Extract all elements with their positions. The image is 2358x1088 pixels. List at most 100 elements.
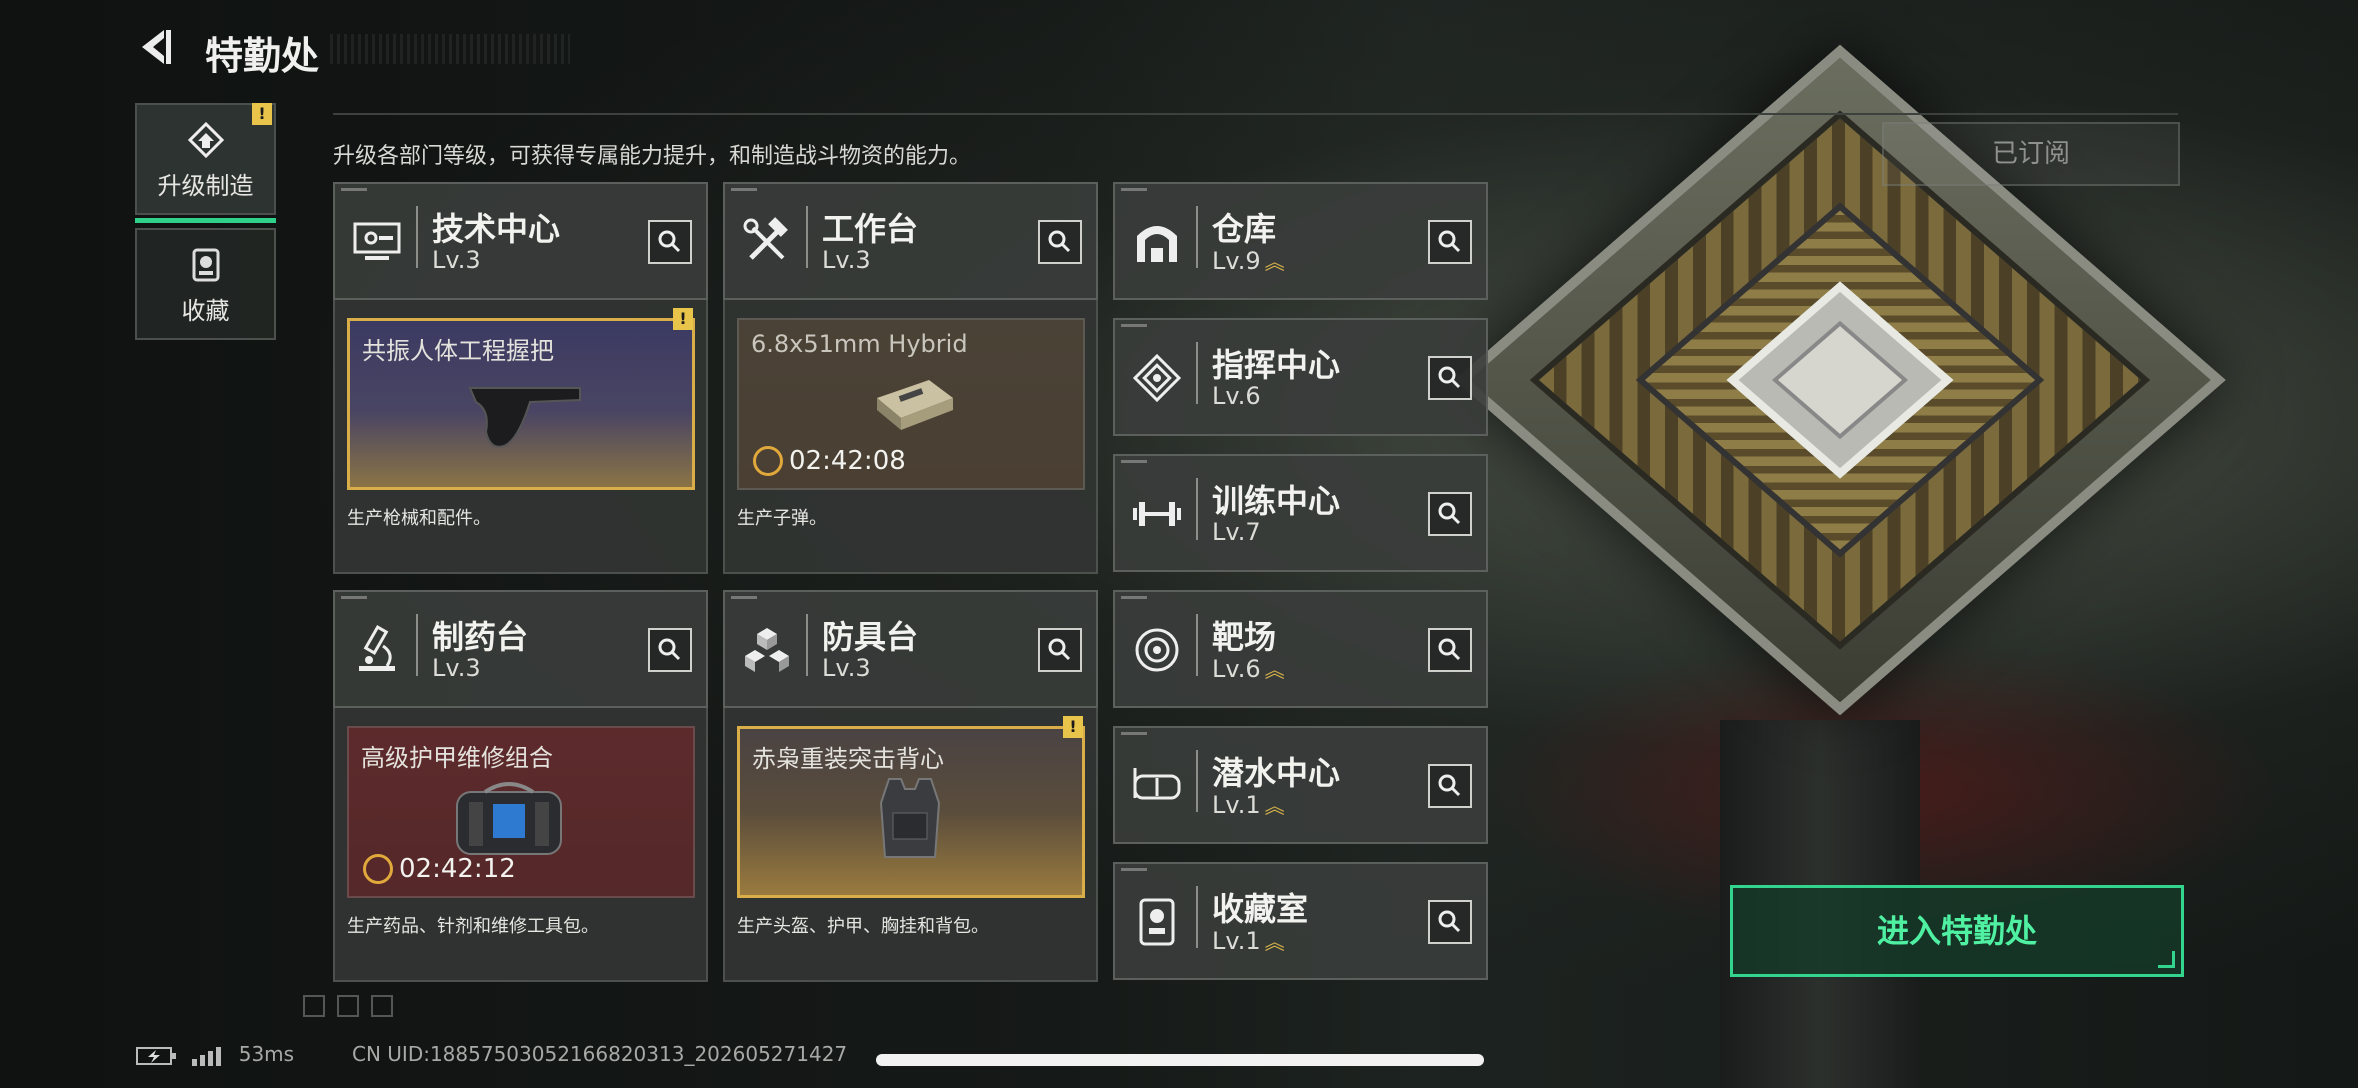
magnifier-icon [1438,774,1461,797]
timer-value: 02:42:12 [399,853,516,884]
timer-value: 02:42:08 [789,445,906,476]
dept-card-training-center[interactable]: 训练中心 Lv.7 [1113,454,1488,572]
battery-charging-icon [136,1046,176,1065]
dept-name: 技术中心 [432,210,561,248]
dept-name: 指挥中心 [1212,346,1341,384]
production-item-card[interactable]: 共振人体工程握把 [347,318,695,490]
dept-card-command-center[interactable]: 指挥中心 Lv.6 [1113,318,1488,436]
dept-card-collection-room[interactable]: 收藏室 Lv.1 ︽ [1113,862,1488,980]
double-chevron-up-icon: ︽ [1264,794,1285,818]
dumbbell-icon [1133,502,1181,526]
dept-card-shooting-range[interactable]: 靶场 Lv.6 ︽ [1113,590,1488,708]
assault-vest-image [879,778,941,858]
alert-badge: ! [252,103,272,125]
microscope-icon [359,625,395,671]
header-divider [333,113,2178,115]
active-tab-indicator [135,218,276,223]
dept-level: Lv.7 [1212,518,1261,546]
magnifier-icon [1438,638,1461,661]
dept-level: Lv.1 ︽ [1212,927,1285,955]
inspect-button[interactable] [648,628,692,672]
production-item-card[interactable]: 6.8x51mm Hybrid 02:42:08 [737,318,1085,490]
inspect-button[interactable] [1428,900,1472,944]
hammer-wrench-icon [743,217,788,260]
ping-value: 53ms [238,1042,295,1066]
home-indicator[interactable] [876,1054,1484,1066]
collection-icon [192,248,220,282]
magnifier-icon [1438,502,1461,525]
dept-card-warehouse[interactable]: 仓库 Lv.9 ︽ [1113,182,1488,300]
back-arrow-icon[interactable] [136,27,176,67]
inspect-button[interactable] [1038,628,1082,672]
cubes-icon [745,628,789,672]
double-chevron-up-icon: ︽ [1264,250,1285,274]
dept-level: Lv.3 [432,654,481,682]
enter-special-ops-button[interactable]: 进入特勤处 [1730,885,2184,977]
production-panel-tech[interactable]: 共振人体工程握把 ! 生产枪械和配件。 [333,300,708,574]
dept-description: 生产药品、针剂和维修工具包。 [347,916,599,937]
dept-name: 工作台 [822,210,919,248]
magnifier-icon [1438,230,1461,253]
diving-mask-icon [1133,768,1181,800]
inspect-button[interactable] [1428,764,1472,808]
production-timer: 02:42:12 [363,853,516,884]
wrench-timer-icon [753,446,783,476]
dept-name: 防具台 [822,618,919,656]
dept-level: Lv.1 ︽ [1212,791,1285,819]
tab-upgrade-craft[interactable]: 升级制造 ! [135,103,276,223]
tab-upgrade-craft-label: 升级制造 [157,172,254,200]
production-panel-armor[interactable]: 赤枭重装突击背心 ! 生产头盔、护甲、胸挂和背包。 [723,708,1098,982]
ammo-box-image [877,380,953,430]
enter-button-label: 进入特勤处 [1876,912,2037,950]
signal-strength-icon [192,1046,222,1066]
dept-name: 制药台 [432,618,529,656]
dept-card-diving-center[interactable]: 潜水中心 Lv.1 ︽ [1113,726,1488,844]
upgrade-craft-icon [187,121,225,159]
target-icon [1135,628,1179,672]
inspect-button[interactable] [1428,492,1472,536]
item-name: 6.8x51mm Hybrid [751,330,968,358]
production-timer: 02:42:08 [753,445,906,476]
item-name: 赤枭重装突击背心 [752,745,944,773]
magnifier-icon [1438,366,1461,389]
dept-card-pharmacy[interactable]: 制药台 Lv.3 [333,590,708,708]
title-decoration [330,34,570,64]
magnifier-icon [658,230,681,253]
alert-badge: ! [1063,716,1083,738]
alert-badge: ! [673,308,693,330]
item-name: 共振人体工程握把 [362,337,554,365]
dept-description: 生产子弹。 [737,508,827,529]
production-panel-workbench[interactable]: 6.8x51mm Hybrid 02:42:08 生产子弹。 [723,300,1098,574]
tab-collection-label: 收藏 [181,297,230,325]
dept-level: Lv.6 ︽ [1212,655,1285,683]
tab-collection[interactable]: 收藏 [135,228,276,340]
dept-card-armor[interactable]: 防具台 Lv.3 [723,590,1098,708]
user-uid: CN UID:18857503052166820313_202605271427 [352,1042,848,1066]
inspect-button[interactable] [1428,628,1472,672]
production-item-card[interactable]: 赤枭重装突击背心 [737,726,1085,898]
inspect-button[interactable] [1428,356,1472,400]
production-panel-pharmacy[interactable]: 高级护甲维修组合 02:42:12 生产药品、针剂和维修工具包。 [333,708,708,982]
wrench-timer-icon [363,854,393,884]
button-corner-decoration [2158,951,2175,968]
dept-card-tech-center[interactable]: 技术中心 Lv.3 [333,182,708,300]
page-description: 升级各部门等级，可获得专属能力提升，和制造战斗物资的能力。 [333,144,972,169]
inspect-button[interactable] [648,220,692,264]
inspect-button[interactable] [1428,220,1472,264]
dept-card-workbench[interactable]: 工作台 Lv.3 [723,182,1098,300]
item-name: 高级护甲维修组合 [361,744,553,772]
repair-kit-bag-image [456,782,562,855]
subscribed-button[interactable]: 已订阅 [1882,122,2180,186]
magnifier-icon [1048,230,1071,253]
double-chevron-up-icon: ︽ [1264,658,1285,682]
inspect-button[interactable] [1038,220,1082,264]
magnifier-icon [1438,910,1461,933]
dept-name: 收藏室 [1212,890,1309,928]
chip-icon [1132,353,1182,403]
dept-description: 生产头盔、护甲、胸挂和背包。 [737,916,989,937]
dept-level: Lv.9 ︽ [1212,247,1285,275]
computer-icon [353,222,401,260]
production-item-card[interactable]: 高级护甲维修组合 02:42:12 [347,726,695,898]
double-chevron-up-icon: ︽ [1264,930,1285,954]
dept-name: 潜水中心 [1212,754,1341,792]
